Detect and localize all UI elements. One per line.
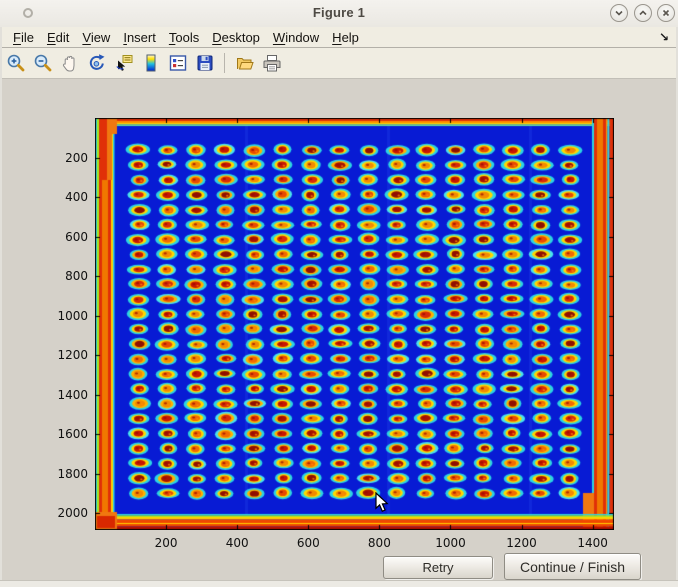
legend-icon[interactable] — [167, 53, 188, 74]
window-border-left — [0, 27, 2, 587]
y-axis-tick-label: 1400 — [38, 389, 88, 401]
x-axis-tick-label: 400 — [207, 536, 267, 550]
dock-figure-arrow-icon[interactable]: ↘ — [659, 30, 669, 44]
x-axis-tick-label: 600 — [278, 536, 338, 550]
y-axis-tick-label: 1800 — [38, 468, 88, 480]
menu-item-file[interactable]: File — [7, 30, 40, 45]
x-axis-tick-label: 200 — [136, 536, 196, 550]
microarray-image-plot[interactable] — [95, 118, 614, 530]
toolbar — [0, 48, 678, 79]
menu-item-edit[interactable]: Edit — [41, 30, 75, 45]
menu-item-tools[interactable]: Tools — [163, 30, 205, 45]
zoom-in-icon[interactable] — [5, 53, 26, 74]
y-axis-tick-label: 1000 — [38, 310, 88, 322]
x-axis-tick-label: 800 — [349, 536, 409, 550]
shade-button[interactable] — [610, 4, 628, 22]
figure-window: Figure 1 FileEditViewInsertToolsDesktopW… — [0, 0, 678, 587]
window-bottom-frame — [0, 580, 678, 587]
colorbar-icon[interactable] — [140, 53, 161, 74]
rotate-3d-icon[interactable] — [86, 53, 107, 74]
restore-button[interactable] — [634, 4, 652, 22]
close-button[interactable] — [657, 4, 675, 22]
print-icon[interactable] — [261, 53, 282, 74]
data-cursor-icon[interactable] — [113, 53, 134, 74]
y-axis-tick-label: 200 — [38, 152, 88, 164]
continue-finish-button[interactable]: Continue / Finish — [504, 553, 641, 580]
figure-canvas-area: 200 400 600 800 1000 1200 1400 1600 1800 2000 200… — [0, 79, 678, 581]
close-icon — [661, 8, 671, 18]
chevron-down-icon — [614, 8, 624, 18]
menu-item-view[interactable]: View — [76, 30, 116, 45]
chevron-up-icon — [638, 8, 648, 18]
save-icon[interactable] — [194, 53, 215, 74]
y-axis-tick-label: 400 — [38, 191, 88, 203]
toolbar-separator — [224, 53, 225, 73]
zoom-out-icon[interactable] — [32, 53, 53, 74]
x-axis-tick-label: 1400 — [563, 536, 623, 550]
y-axis-tick-label: 1600 — [38, 428, 88, 440]
y-axis-tick-label: 600 — [38, 231, 88, 243]
title-bar: Figure 1 — [0, 0, 678, 28]
y-axis-tick-label: 1200 — [38, 349, 88, 361]
menu-bar: FileEditViewInsertToolsDesktopWindowHelp — [0, 27, 678, 48]
open-folder-icon[interactable] — [234, 53, 255, 74]
retry-button[interactable]: Retry — [383, 556, 493, 579]
x-axis-tick-label: 1200 — [492, 536, 552, 550]
pan-icon[interactable] — [59, 53, 80, 74]
menu-item-help[interactable]: Help — [326, 30, 365, 45]
menu-item-insert[interactable]: Insert — [117, 30, 162, 45]
y-axis-tick-label: 2000 — [38, 507, 88, 519]
y-axis-tick-label: 800 — [38, 270, 88, 282]
menu-item-desktop[interactable]: Desktop — [206, 30, 266, 45]
x-axis-tick-label: 1000 — [420, 536, 480, 550]
menu-item-window[interactable]: Window — [267, 30, 325, 45]
window-title: Figure 1 — [0, 5, 678, 20]
